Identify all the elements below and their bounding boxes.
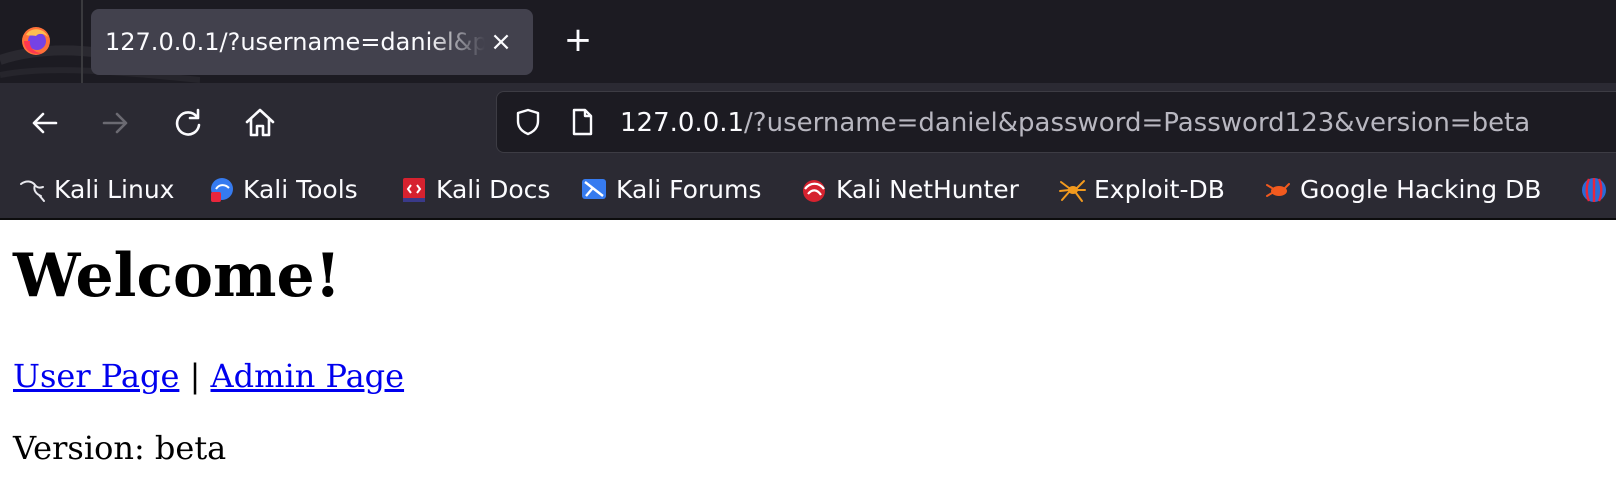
bookmark-label: Kali Tools — [243, 175, 358, 204]
version-label: Version: — [13, 429, 145, 467]
bookmark-label: Kali Forums — [616, 175, 762, 204]
page-heading: Welcome! — [13, 241, 342, 311]
arrow-right-icon — [102, 112, 128, 134]
navigation-toolbar: 127.0.0.1/?username=daniel&password=Pass… — [0, 83, 1616, 163]
reload-button[interactable] — [170, 105, 206, 141]
bookmark-kali-tools[interactable]: Kali Tools — [207, 171, 358, 209]
bookmark-label: Exploit-DB — [1094, 175, 1225, 204]
bookmark-kali-linux[interactable]: Kali Linux — [18, 171, 174, 209]
active-tab[interactable]: 127.0.0.1/?username=daniel&password=Pass… — [91, 9, 533, 75]
bookmark-label: Kali Docs — [436, 175, 551, 204]
kali-forums-icon — [582, 179, 606, 199]
tab-separator — [81, 0, 83, 83]
tab-close-icon[interactable]: × — [484, 25, 518, 59]
bookmark-exploit-db[interactable]: Exploit-DB — [1058, 171, 1225, 209]
url-text[interactable]: 127.0.0.1/?username=daniel&password=Pass… — [620, 106, 1530, 140]
kali-dragon-icon — [20, 180, 45, 202]
new-tab-button[interactable]: + — [560, 22, 596, 58]
kali-tools-icon — [211, 178, 233, 202]
forward-button[interactable] — [98, 105, 134, 141]
exploit-db-icon — [1059, 180, 1086, 202]
url-path: /?username=daniel&password=Password123&v… — [744, 108, 1531, 138]
url-host: 127.0.0.1 — [620, 108, 745, 138]
bookmark-google-hacking-db[interactable]: Google Hacking DB — [1264, 171, 1541, 209]
bookmarks-toolbar: Kali Linux Kali Tools Kali Docs Kali For… — [0, 163, 1616, 220]
home-icon — [245, 108, 275, 137]
arrow-left-icon — [32, 112, 58, 134]
globe-bookmark-icon — [1582, 178, 1606, 202]
firefox-logo-icon[interactable] — [20, 25, 52, 57]
nav-links: User Page | Admin Page — [13, 356, 404, 396]
home-button[interactable] — [242, 105, 278, 141]
back-button[interactable] — [26, 105, 62, 141]
version-text: Version: beta — [13, 428, 226, 468]
shield-icon[interactable] — [513, 107, 543, 137]
tab-title: 127.0.0.1/?username=daniel&password=Pass… — [105, 28, 485, 56]
kali-docs-icon — [403, 178, 425, 202]
address-bar[interactable]: 127.0.0.1/?username=daniel&password=Pass… — [496, 91, 1616, 153]
bookmark-label: Kali NetHunter — [836, 175, 1019, 204]
version-value: beta — [154, 429, 227, 467]
admin-page-link[interactable]: Admin Page — [211, 357, 405, 395]
bookmark-label: Kali Linux — [54, 175, 175, 204]
bookmark-label: Google Hacking DB — [1300, 175, 1542, 204]
kali-nethunter-icon — [803, 180, 825, 202]
reload-icon — [175, 108, 201, 136]
ghdb-icon — [1266, 183, 1290, 197]
page-icon[interactable] — [567, 107, 597, 137]
bookmark-kali-forums[interactable]: Kali Forums — [580, 171, 761, 209]
user-page-link[interactable]: User Page — [13, 357, 179, 395]
bookmark-overflow-partial[interactable] — [1580, 171, 1616, 209]
bookmark-kali-docs[interactable]: Kali Docs — [400, 171, 550, 209]
link-separator: | — [189, 357, 201, 395]
bookmark-kali-nethunter[interactable]: Kali NetHunter — [800, 171, 1019, 209]
tab-strip: 127.0.0.1/?username=daniel&password=Pass… — [0, 0, 1616, 83]
